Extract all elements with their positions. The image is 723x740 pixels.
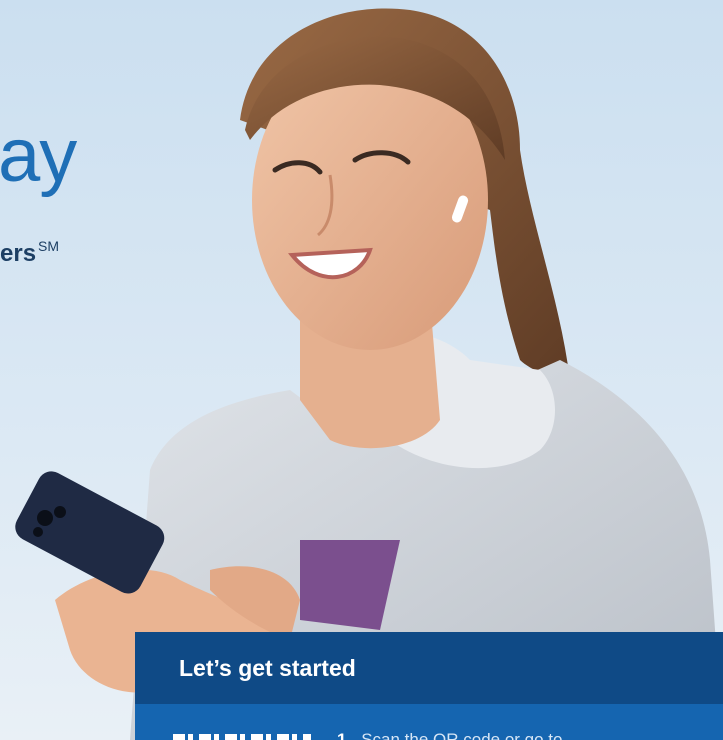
step-1: 1. Scan the QR code or go to: [337, 730, 562, 740]
hero-subhead-text: ers: [0, 240, 37, 267]
hero-photo: [0, 0, 723, 740]
step-number: 1.: [337, 730, 352, 740]
hero-page: ay ers SM Let’s get started 1. Scan the QR…: [0, 0, 723, 740]
step-text: Scan the QR code or go to: [361, 730, 563, 740]
service-mark: SM: [38, 238, 60, 254]
card-header: Let’s get started: [135, 632, 723, 704]
get-started-card: Let’s get started 1. Scan the QR code or …: [135, 632, 723, 740]
qr-code[interactable]: [173, 734, 311, 740]
hero-headline-fragment: ay: [0, 113, 77, 198]
card-body: 1. Scan the QR code or go to: [135, 704, 723, 740]
card-title: Let’s get started: [179, 654, 356, 681]
hero-subhead-fragment: ers SM: [0, 238, 59, 268]
